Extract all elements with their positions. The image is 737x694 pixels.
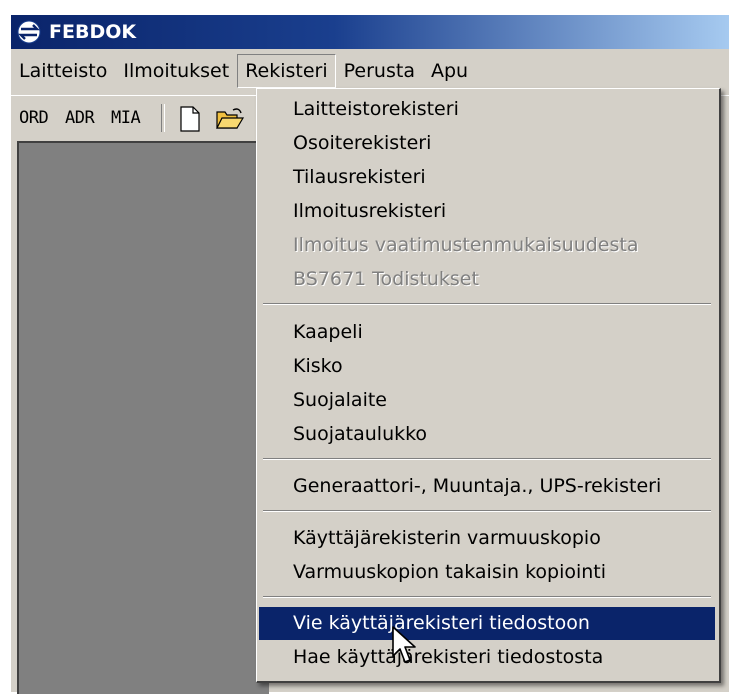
menu-item-ilmoitus-vaatimustenmukaisuudesta: Ilmoitus vaatimustenmukaisuudesta bbox=[293, 234, 639, 256]
menu-item-suojalaite[interactable]: Suojalaite bbox=[259, 384, 715, 417]
screen-edge bbox=[0, 0, 10, 691]
title-bar[interactable]: FEBDOK bbox=[11, 15, 729, 49]
febdok-logo-icon bbox=[17, 20, 41, 44]
menu-separator bbox=[263, 510, 711, 512]
menu-item-suojataulukko[interactable]: Suojataulukko bbox=[259, 418, 715, 451]
menu-item-ilmoitusrekisteri[interactable]: Ilmoitusrekisteri bbox=[259, 195, 715, 228]
menu-perusta[interactable]: Perusta bbox=[336, 54, 423, 88]
rekisteri-dropdown-menu: Laitteistorekisteri Osoiterekisteri Tila… bbox=[256, 88, 721, 683]
window-title: FEBDOK bbox=[49, 21, 137, 43]
mia-button[interactable]: MIA bbox=[111, 108, 141, 128]
new-document-icon[interactable] bbox=[179, 106, 201, 132]
ord-button[interactable]: ORD bbox=[19, 108, 49, 128]
menu-laitteisto[interactable]: Laitteisto bbox=[11, 54, 115, 88]
menu-bar: Laitteisto Ilmoitukset Rekisteri Perusta… bbox=[11, 53, 729, 89]
mouse-pointer-icon bbox=[392, 626, 416, 663]
mdi-workspace bbox=[17, 141, 269, 694]
adr-button[interactable]: ADR bbox=[65, 108, 95, 128]
menu-ilmoitukset[interactable]: Ilmoitukset bbox=[115, 54, 237, 88]
menu-item-varmuuskopion-takaisin-kopiointi[interactable]: Varmuuskopion takaisin kopiointi bbox=[259, 556, 715, 589]
open-folder-icon[interactable] bbox=[215, 106, 245, 132]
menu-item-kisko[interactable]: Kisko bbox=[259, 350, 715, 383]
menu-apu[interactable]: Apu bbox=[423, 54, 476, 88]
menu-item-osoiterekisteri[interactable]: Osoiterekisteri bbox=[259, 127, 715, 160]
menu-rekisteri[interactable]: Rekisteri bbox=[237, 54, 336, 88]
menu-item-bs7671-todistukset: BS7671 Todistukset bbox=[293, 268, 479, 290]
menu-separator bbox=[263, 596, 711, 598]
menu-item-tilausrekisteri[interactable]: Tilausrekisteri bbox=[259, 161, 715, 194]
menu-item-vie-kayttajarekisteri-tiedostoon[interactable]: Vie käyttäjärekisteri tiedostoon bbox=[259, 607, 715, 640]
menu-separator bbox=[263, 458, 711, 460]
menu-separator bbox=[263, 303, 711, 305]
menu-item-kaapeli[interactable]: Kaapeli bbox=[259, 316, 715, 349]
toolbar-separator bbox=[161, 104, 165, 132]
menu-item-hae-kayttajarekisteri-tiedostosta[interactable]: Hae käyttäjärekisteri tiedostosta bbox=[259, 641, 715, 674]
menu-item-generaattori-muuntaja-ups[interactable]: Generaattori-, Muuntaja., UPS-rekisteri bbox=[259, 470, 715, 503]
menu-item-kayttajarekisterin-varmuuskopio[interactable]: Käyttäjärekisterin varmuuskopio bbox=[259, 522, 715, 555]
menu-item-laitteistorekisteri[interactable]: Laitteistorekisteri bbox=[259, 93, 715, 126]
